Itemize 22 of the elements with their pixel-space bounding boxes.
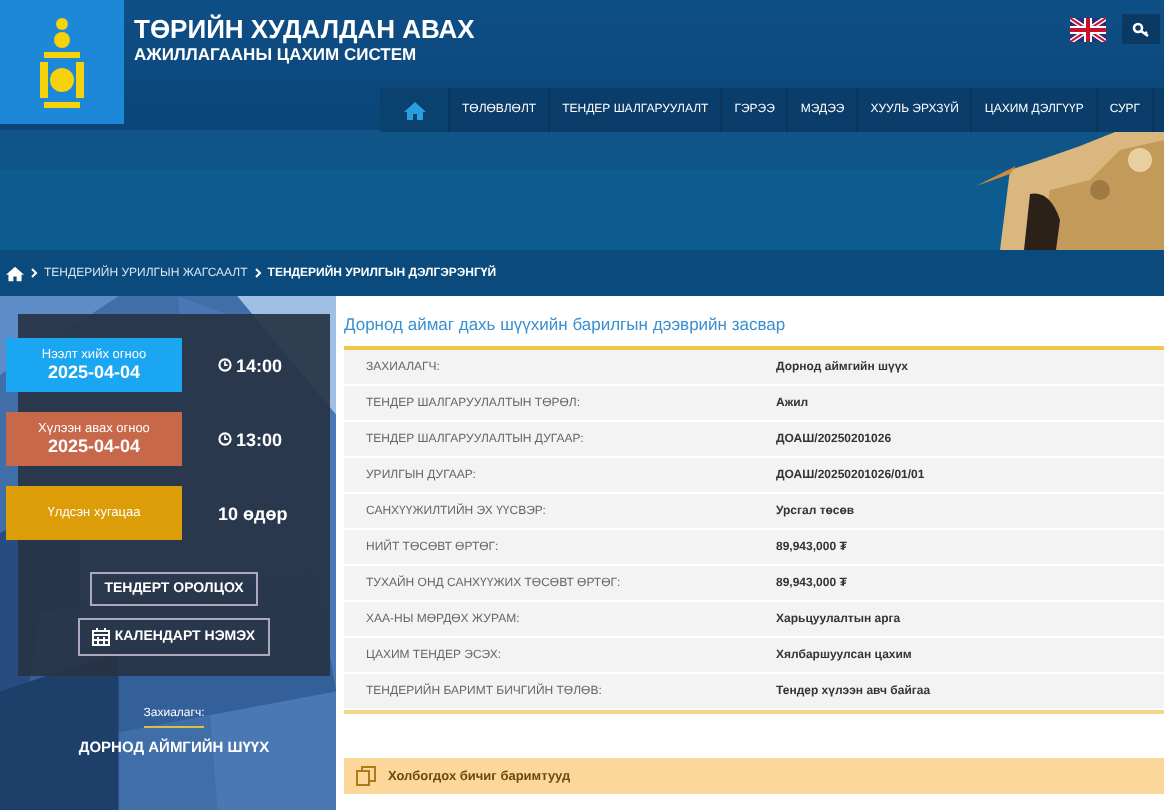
time-value: 14:00 (236, 355, 283, 375)
key-icon (1131, 21, 1151, 37)
clock-icon (218, 432, 232, 446)
chevron-icon (30, 268, 38, 278)
documents-icon (356, 766, 376, 786)
emblem-logo[interactable] (0, 0, 124, 124)
soyombo-icon (36, 14, 88, 110)
home-icon[interactable] (6, 265, 24, 281)
calendar-icon (92, 628, 111, 646)
tender-title: Дорнод аймаг дахь шүүхийн барилгын дээврийн засвар (344, 314, 788, 334)
clock-icon (218, 358, 232, 372)
home-icon (403, 101, 425, 119)
flag-icon[interactable] (1070, 18, 1106, 42)
remaining-value: 10 өдөр (218, 503, 288, 523)
home-button[interactable] (380, 88, 450, 132)
login-button[interactable] (1122, 14, 1160, 44)
site-title: ТӨРИЙН ХУДАЛДАН АВАХ (134, 16, 475, 44)
time-value: 13:00 (236, 429, 283, 449)
chevron-icon (253, 268, 262, 278)
date-value: 2025-04-04 (47, 362, 141, 382)
site-subtitle: АЖИЛЛАГААНЫ ЦАХИМ СИСТЕМ (134, 44, 417, 64)
date-value: 2025-04-04 (47, 436, 141, 456)
